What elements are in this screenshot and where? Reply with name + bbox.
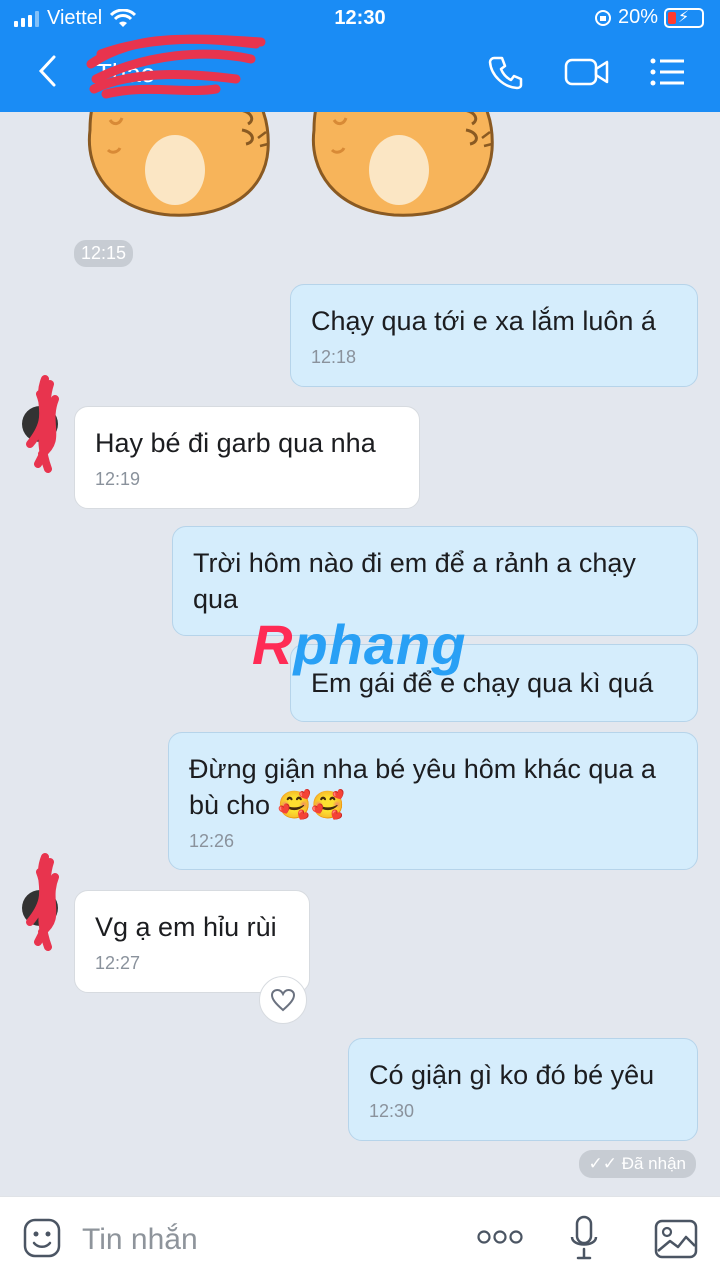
nav-bar: Thảo	[0, 34, 720, 104]
input-bar: Tin nhắn	[0, 1196, 720, 1280]
avatar-redaction-scribble	[26, 375, 59, 473]
redaction-scribble	[86, 34, 266, 99]
watermark-first: R	[252, 613, 294, 676]
message-time: 12:18	[311, 347, 357, 367]
heart-icon	[270, 988, 296, 1012]
status-right: 20% ⚡	[594, 6, 704, 29]
time-chip: 12:15	[74, 240, 134, 267]
orientation-lock-icon	[594, 9, 611, 26]
battery-percent: 20%	[617, 6, 658, 28]
emoji-sticker-icon[interactable]	[22, 1217, 62, 1259]
avatar-redaction-scribble	[26, 853, 59, 951]
message-text: Trời hôm nào đi em để a rảnh a chạy qua	[193, 548, 636, 614]
delivery-status: ✓✓ Đã nhận	[578, 1150, 696, 1178]
message-bubble-received[interactable]: Hay bé đi garb qua nha 12:19	[74, 406, 420, 509]
message-bubble-sent[interactable]: Đừng giận nha bé yêu hôm khác qua a bù c…	[168, 732, 698, 870]
microphone-icon[interactable]	[570, 1215, 598, 1261]
message-bubble-sent[interactable]: Chạy qua tới e xa lắm luôn á 12:18	[290, 284, 698, 387]
chat-header: Viettel 12:30 20% ⚡ Thảo	[0, 0, 720, 112]
status-bar: Viettel 12:30 20% ⚡	[0, 0, 720, 36]
hamster-sticker[interactable]	[304, 112, 504, 220]
message-text: Chạy qua tới e xa lắm luôn á	[311, 306, 656, 336]
message-text: Có giận gì ko đó bé yêu	[369, 1060, 655, 1090]
video-call-icon[interactable]	[564, 54, 610, 90]
phone-icon[interactable]	[488, 54, 524, 90]
hamster-sticker[interactable]	[80, 112, 280, 220]
message-time: 12:19	[95, 469, 141, 489]
chevron-left-icon	[38, 55, 56, 87]
message-bubble-sent[interactable]: Có giận gì ko đó bé yêu 12:30	[348, 1038, 698, 1141]
watermark-rest: phang	[293, 613, 467, 676]
message-time: 12:30	[369, 1101, 415, 1121]
watermark: Rphang	[252, 612, 466, 677]
menu-icon[interactable]	[650, 54, 686, 90]
message-text: Hay bé đi garb qua nha	[95, 428, 376, 458]
message-text: Vg ạ em hỉu rùi	[95, 912, 277, 942]
chat-area[interactable]: 12:15 Chạy qua tới e xa lắm luôn á 12:18…	[0, 112, 720, 1196]
react-heart-button[interactable]	[259, 976, 307, 1024]
more-options-icon[interactable]	[476, 1229, 524, 1245]
battery-icon: ⚡	[664, 7, 704, 28]
message-text: Đừng giận nha bé yêu hôm khác qua a bù c…	[189, 754, 656, 820]
message-input[interactable]: Tin nhắn	[82, 1223, 198, 1257]
message-time: 12:27	[95, 953, 141, 973]
image-gallery-icon[interactable]	[654, 1219, 698, 1259]
message-time: 12:26	[189, 831, 235, 851]
back-button[interactable]	[36, 54, 58, 96]
